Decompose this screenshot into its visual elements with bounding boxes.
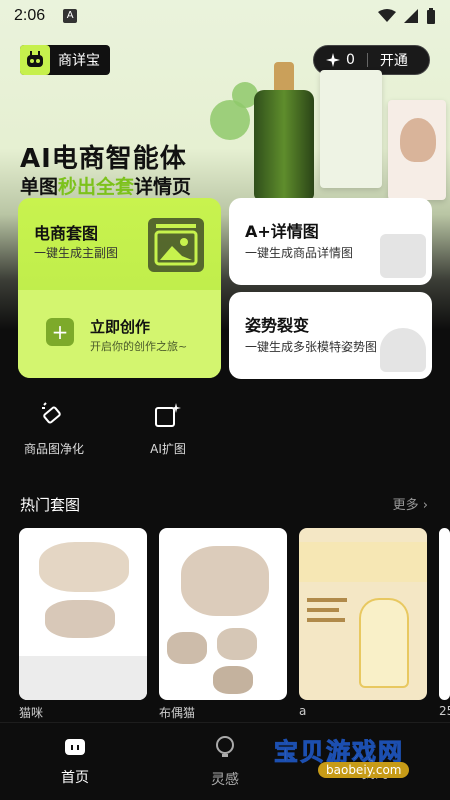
thumbnail-card[interactable] <box>439 528 450 700</box>
hero-subtitle-part2: 详情页 <box>134 176 192 198</box>
tool-label: AI扩图 <box>150 442 186 456</box>
brand-name: 商详宝 <box>58 53 100 69</box>
model-poster-image <box>388 100 446 200</box>
signal-icon <box>404 9 418 23</box>
status-time: 2:06 <box>14 7 46 24</box>
pose-card[interactable]: 姿势裂变 一键生成多张模特姿势图 <box>229 292 432 379</box>
cat-photo-strip <box>19 656 147 700</box>
pose-card-desc: 一键生成多张模特姿势图 <box>245 340 378 354</box>
divider <box>366 53 368 67</box>
cat-image <box>39 542 129 592</box>
plus-icon: + <box>46 318 74 346</box>
suite-card[interactable]: 电商套图 一键生成主副图 + 立即创作 开启你的创作之旅~ <box>18 198 221 378</box>
thumbnail-label: 猫咪 <box>19 706 44 720</box>
tool-label: 商品图净化 <box>23 442 84 456</box>
thumbnail-card[interactable] <box>19 528 147 700</box>
pose-card-title: 姿势裂变 <box>245 316 310 335</box>
chevron-right-icon: › <box>422 498 428 513</box>
credits-count: 0 <box>346 52 355 68</box>
ice-cream-banner <box>299 542 427 582</box>
nav-inspiration-label: 灵感 <box>211 772 239 788</box>
detail-card-desc: 一键生成商品详情图 <box>245 246 354 260</box>
product-poster-image <box>320 70 382 188</box>
detail-card-title: A+详情图 <box>245 222 319 241</box>
more-link[interactable]: 更多 › <box>393 494 428 513</box>
watermark-url: baobeiy.com <box>318 762 410 778</box>
create-desc: 开启你的创作之旅~ <box>90 340 188 353</box>
nav-inspiration[interactable]: 灵感 <box>190 735 260 789</box>
ice-cream-text-block <box>307 592 351 682</box>
detail-card[interactable]: A+详情图 一键生成商品详情图 <box>229 198 432 285</box>
cat-image <box>213 666 253 694</box>
thumbnail-card[interactable] <box>299 528 427 700</box>
suite-card-desc: 一键生成主副图 <box>34 246 119 260</box>
thumbnail-card[interactable] <box>159 528 287 700</box>
serum-bottle-image <box>254 90 314 200</box>
watermark: 宝贝游戏网 baobeiy.com <box>274 728 450 788</box>
brand-logo-badge: 商详宝 <box>20 45 110 75</box>
hero-title: AI电商智能体 <box>20 144 187 174</box>
battery-icon <box>427 8 435 24</box>
cat-image <box>45 600 115 638</box>
hero-subtitle: 单图秒出全套详情页 <box>20 172 191 199</box>
thumbnail-label: 布偶猫 <box>159 706 196 720</box>
cat-image <box>167 632 207 664</box>
nav-home[interactable]: 首页 <box>40 735 110 787</box>
hero-subtitle-highlight: 秒出全套 <box>58 176 135 198</box>
ice-cream-image <box>359 598 409 688</box>
expand-image-icon <box>153 400 183 430</box>
picture-icon <box>148 218 204 272</box>
lightbulb-icon <box>216 736 234 757</box>
tool-expand[interactable]: AI扩图 <box>128 400 208 457</box>
thumbnail-label: 25 <box>439 704 450 718</box>
status-bar: 2:06 A <box>0 0 450 32</box>
cat-image <box>217 628 257 660</box>
thumbnail-label: a <box>299 704 307 718</box>
sim-icon: A <box>63 9 78 23</box>
more-label: 更多 <box>392 498 419 513</box>
tool-eraser[interactable]: 商品图净化 <box>14 400 94 457</box>
cat-image <box>181 546 269 616</box>
sparkle-icon <box>326 53 340 67</box>
home-icon <box>65 739 85 755</box>
nav-home-label: 首页 <box>61 770 89 786</box>
wifi-icon <box>378 9 396 22</box>
person-pose-icon <box>380 328 426 372</box>
hero-subtitle-part1: 单图 <box>20 176 59 198</box>
create-card[interactable]: + 立即创作 开启你的创作之旅~ <box>18 290 221 378</box>
create-title: 立即创作 <box>90 318 151 336</box>
hot-section-title: 热门套图 <box>20 496 81 514</box>
suite-card-title: 电商套图 <box>34 224 99 243</box>
gallery-icon <box>380 234 426 278</box>
upgrade-button[interactable]: 开通 <box>380 50 408 70</box>
eraser-icon <box>39 400 69 430</box>
robot-logo-icon <box>20 45 50 75</box>
